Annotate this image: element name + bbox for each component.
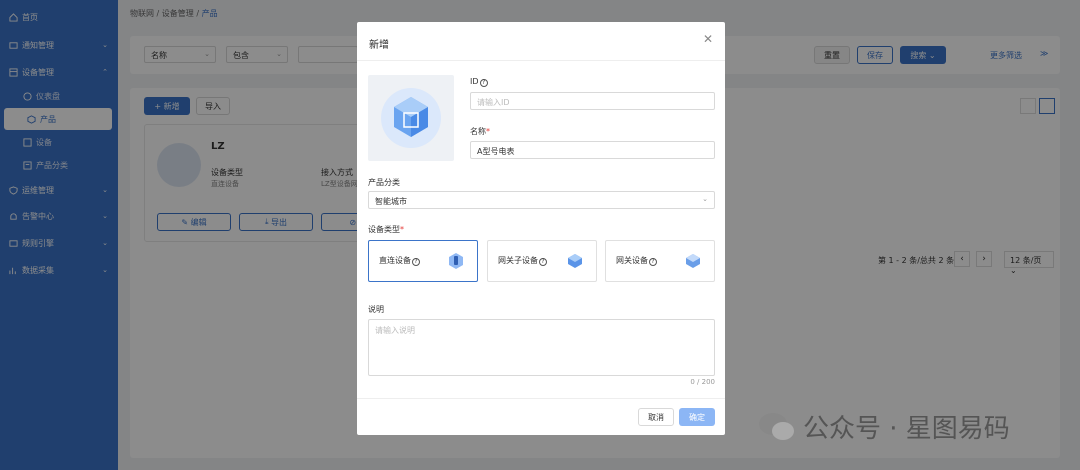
device-type-direct[interactable]: 直连设备?	[368, 240, 478, 282]
device-type-gateway[interactable]: 网关设备?	[605, 240, 715, 282]
help-icon: ?	[412, 258, 420, 266]
help-icon: ?	[479, 79, 488, 87]
chevron-down-icon: ⌄	[702, 195, 708, 203]
help-icon: ?	[649, 258, 657, 266]
category-label: 产品分类	[368, 178, 400, 187]
product-image-upload[interactable]	[368, 75, 454, 161]
name-label: 名称*	[470, 127, 490, 136]
cancel-button[interactable]: 取消	[638, 408, 674, 426]
close-icon[interactable]: ✕	[703, 32, 713, 46]
gateway-icon	[686, 254, 700, 268]
description-label: 说明	[368, 305, 384, 314]
watermark: 公众号 · 星图易码	[757, 408, 1010, 445]
divider	[357, 60, 725, 61]
add-product-modal: 新增 ✕ ID? 请输入ID 名称* A型号电表 产品分类 智能城市 ⌄ 设备类…	[357, 22, 725, 435]
id-input[interactable]: 请输入ID	[470, 92, 715, 110]
wechat-icon	[759, 412, 794, 440]
confirm-button[interactable]: 确定	[679, 408, 715, 426]
direct-device-icon	[449, 253, 463, 269]
divider	[357, 398, 725, 399]
device-type-label: 设备类型*	[368, 225, 404, 234]
modal-title: 新增	[369, 40, 389, 51]
cube-icon	[381, 88, 441, 148]
gateway-child-icon	[568, 254, 582, 268]
category-select[interactable]: 智能城市 ⌄	[368, 191, 715, 209]
description-textarea[interactable]: 请输入说明	[368, 319, 715, 376]
char-counter: 0 / 200	[690, 378, 715, 386]
device-type-gateway-child[interactable]: 网关子设备?	[487, 240, 597, 282]
id-label: ID?	[470, 77, 488, 87]
help-icon: ?	[539, 258, 547, 266]
name-input[interactable]: A型号电表	[470, 141, 715, 159]
